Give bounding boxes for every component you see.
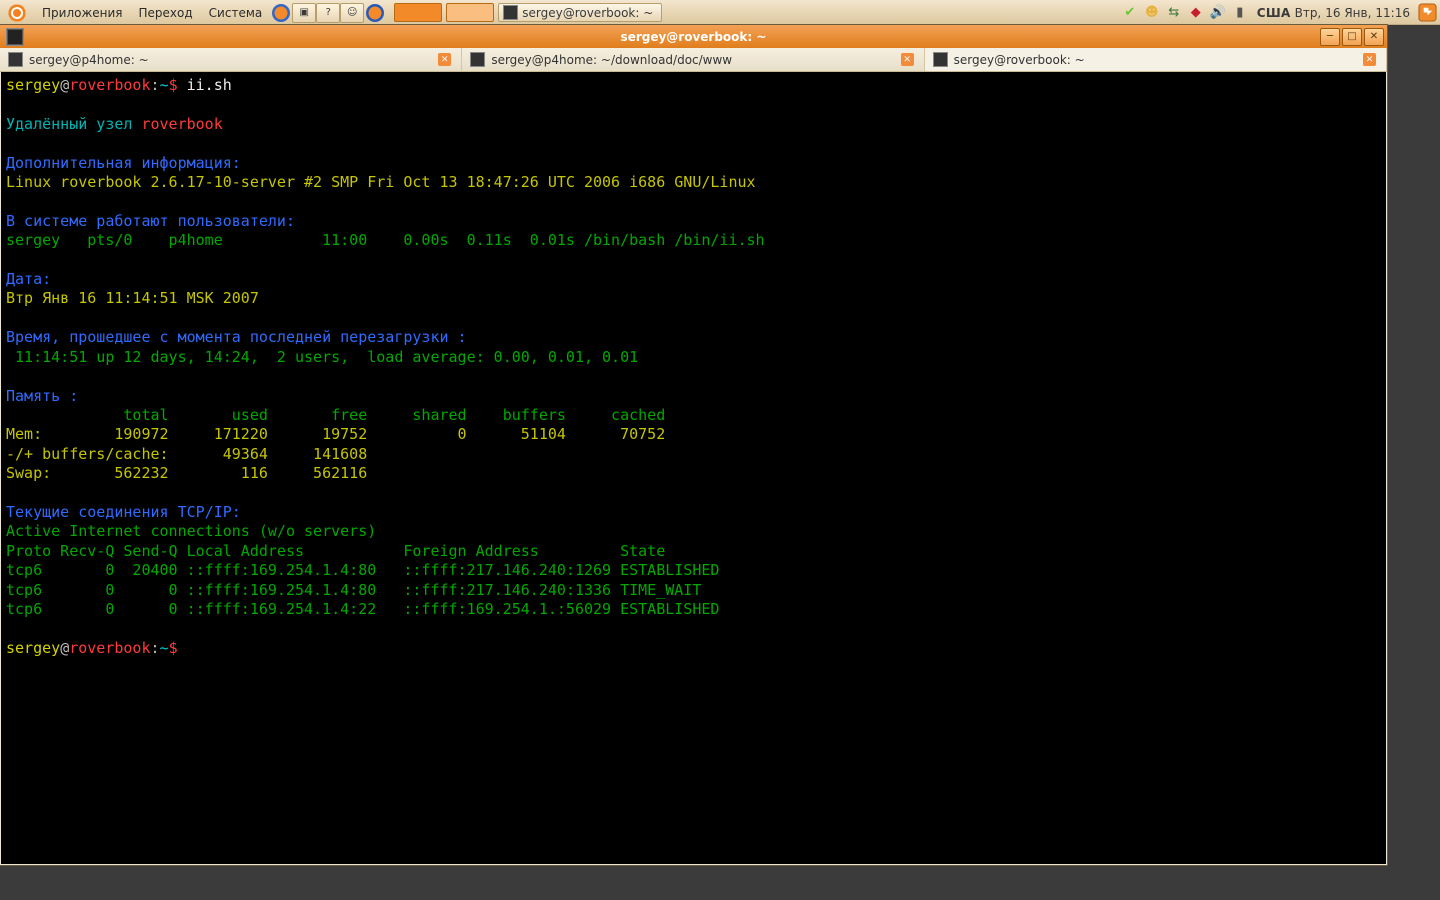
prompt-user: sergey [6,76,60,94]
mem-header: total used free shared buffers cached [6,406,665,424]
section-extra-info: Дополнительная информация: [6,154,241,172]
distributor-logo-icon[interactable] [6,2,28,24]
tray-battery-icon[interactable]: ▮ [1231,4,1249,22]
terminal-viewport[interactable]: sergey@roverbook:~$ ii.sh Удалённый узел… [1,72,1386,864]
date-line: Втр Янв 16 11:14:51 MSK 2007 [6,289,259,307]
tray-ruby-icon[interactable]: ◆ [1187,4,1205,22]
prompt-colon: : [151,76,160,94]
window-title: sergey@roverbook: ~ [0,30,1387,44]
terminal-tab[interactable]: sergey@p4home: ~/download/doc/www ✕ [462,48,924,71]
terminal-tab-active[interactable]: sergey@roverbook: ~ ✕ [925,48,1387,71]
uptime-line: 11:14:51 up 12 days, 14:24, 2 users, loa… [6,348,638,366]
netstat-columns: Proto Recv-Q Send-Q Local Address Foreig… [6,542,665,560]
section-tcpip: Текущие соединения TCP/IP: [6,503,241,521]
tray-volume-icon[interactable]: 🔊 [1209,4,1227,22]
section-users: В системе работают пользователи: [6,212,295,230]
prompt-host: roverbook [69,76,150,94]
tray-skype-icon[interactable]: ✔ [1121,4,1139,22]
who-line: sergey pts/0 p4home 11:00 0.00s 0.11s 0.… [6,231,765,249]
netstat-row: tcp6 0 0 ::ffff:169.254.1.4:22 ::ffff:16… [6,600,719,618]
launcher-terminal-icon[interactable]: ▣ [292,3,316,23]
tab-label: sergey@p4home: ~/download/doc/www [491,53,732,67]
clock-time[interactable]: 11:16 [1375,6,1410,20]
section-uptime: Время, прошедшее с момента последней пер… [6,328,467,346]
section-remote-host: Удалённый узел [6,115,141,133]
task-button[interactable] [394,3,442,22]
prompt-dollar: $ [169,76,178,94]
launcher-users-icon[interactable]: ☺ [340,3,364,23]
prompt-colon: : [151,639,160,657]
window-maximize-button[interactable]: □ [1342,28,1362,46]
menu-system[interactable]: Система [201,0,271,25]
clock-date[interactable]: 16 Янв, [1325,6,1371,20]
terminal-tab-bar: sergey@p4home: ~ ✕ sergey@p4home: ~/down… [0,48,1387,72]
tray-network-icon[interactable]: ⇆ [1165,4,1183,22]
netstat-row: tcp6 0 0 ::ffff:169.254.1.4:80 ::ffff:21… [6,581,701,599]
entered-command: ii.sh [178,76,232,94]
launcher-browser-icon[interactable] [366,4,384,22]
keyboard-layout-indicator[interactable]: США [1257,6,1291,20]
prompt-host: roverbook [69,639,150,657]
section-memory: Память : [6,387,78,405]
terminal-icon [8,52,23,67]
remote-host-name: roverbook [141,115,222,133]
window-close-button[interactable]: ✕ [1364,28,1384,46]
launcher-help-icon[interactable]: ? [316,3,340,23]
window-list: sergey@roverbook: ~ [394,3,662,22]
task-button-active[interactable]: sergey@roverbook: ~ [498,3,662,22]
prompt-path: ~ [160,639,169,657]
logout-icon[interactable] [1418,3,1437,22]
titlebar[interactable]: sergey@roverbook: ~ ─ □ ✕ [0,25,1387,48]
mem-swap-row: Swap: 562232 116 562116 [6,464,367,482]
terminal-icon [503,5,518,20]
terminal-icon [470,52,485,67]
terminal-tab[interactable]: sergey@p4home: ~ ✕ [0,48,462,71]
gnome-panel: Приложения Переход Система ▣ ? ☺ sergey@… [0,0,1440,25]
terminal-window: sergey@roverbook: ~ ─ □ ✕ sergey@p4home:… [0,25,1387,865]
prompt-at: @ [60,639,69,657]
tray-users-icon[interactable]: ☻ [1143,4,1161,22]
task-button[interactable] [446,3,494,22]
terminal-icon [933,52,948,67]
tab-close-icon[interactable]: ✕ [1363,53,1376,66]
launcher-firefox-icon[interactable] [272,4,290,22]
window-minimize-button[interactable]: ─ [1320,28,1340,46]
netstat-header: Active Internet connections (w/o servers… [6,522,376,540]
mem-buffers-row: -/+ buffers/cache: 49364 141608 [6,445,367,463]
tab-label: sergey@p4home: ~ [29,53,149,67]
mem-row: Mem: 190972 171220 19752 0 51104 70752 [6,425,665,443]
menu-applications[interactable]: Приложения [34,0,131,25]
task-label: sergey@roverbook: ~ [522,6,653,20]
prompt-user: sergey [6,639,60,657]
tab-close-icon[interactable]: ✕ [901,53,914,66]
prompt-at: @ [60,76,69,94]
window-app-icon [6,28,24,46]
clock-day[interactable]: Втр, [1295,6,1322,20]
menu-places[interactable]: Переход [131,0,201,25]
prompt-dollar: $ [169,639,178,657]
tab-close-icon[interactable]: ✕ [438,53,451,66]
netstat-row: tcp6 0 20400 ::ffff:169.254.1.4:80 ::fff… [6,561,719,579]
uname-line: Linux roverbook 2.6.17-10-server #2 SMP … [6,173,756,191]
prompt-path: ~ [160,76,169,94]
tab-label: sergey@roverbook: ~ [954,53,1085,67]
section-date: Дата: [6,270,51,288]
